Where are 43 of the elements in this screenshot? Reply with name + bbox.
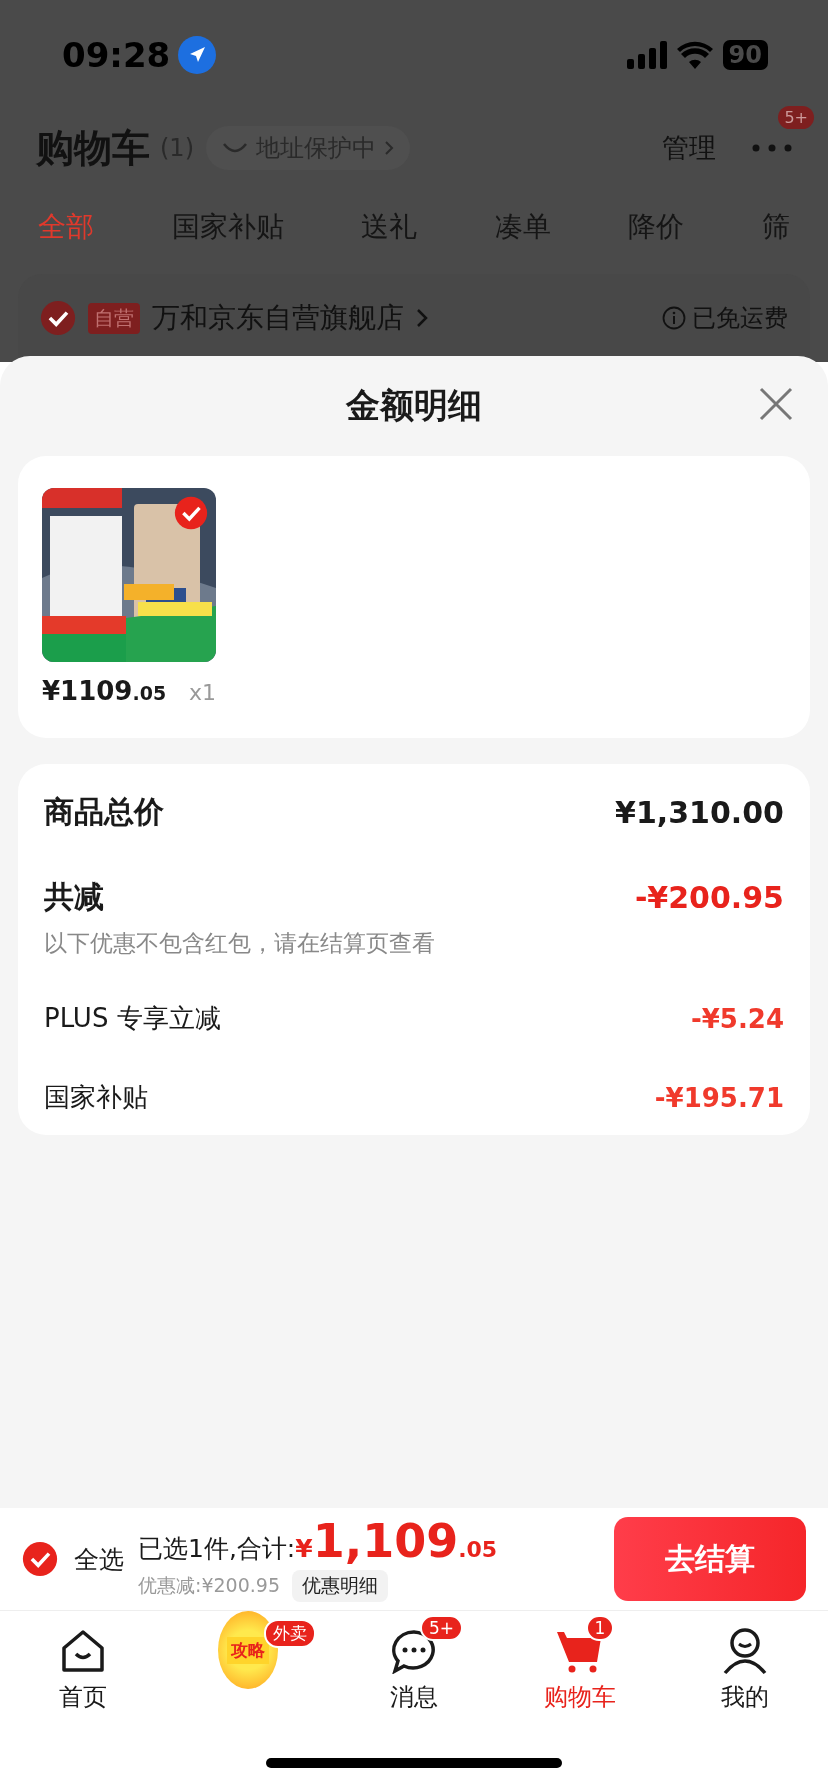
location-icon <box>178 36 217 74</box>
manage-link[interactable]: 管理 <box>662 130 716 166</box>
nav-tab[interactable]: 1 购物车 <box>496 1611 663 1730</box>
info-icon[interactable] <box>662 306 686 330</box>
wifi-icon <box>676 41 713 69</box>
summary-label: PLUS 专享立减 <box>44 1002 221 1035</box>
summary-value: -¥200.95 <box>634 880 784 915</box>
summary-value: -¥5.24 <box>690 1003 784 1034</box>
product-price: ¥1109.05 <box>42 676 167 706</box>
profile-icon <box>722 1627 769 1675</box>
home-icon <box>59 1628 106 1674</box>
summary-label: 共减 <box>44 878 104 916</box>
nav-badge: 1 <box>585 1615 615 1641</box>
summary-value: ¥1,310.00 <box>615 795 784 830</box>
chevron-icon <box>384 140 394 156</box>
more-icon[interactable] <box>752 144 792 152</box>
close-icon <box>758 386 794 422</box>
checked-checkbox-icon[interactable] <box>174 496 208 530</box>
checked-checkbox-icon[interactable] <box>40 300 76 336</box>
select-all-checkbox[interactable]: 全选 <box>22 1541 124 1577</box>
filter-tab[interactable]: 全部 <box>38 208 94 246</box>
nav-tab[interactable]: 5+ 消息 <box>331 1611 497 1730</box>
discount-details-button[interactable]: 优惠明细 <box>292 1570 388 1602</box>
nav-tab[interactable]: 首页 <box>0 1611 166 1730</box>
battery-indicator: 90 <box>722 40 768 70</box>
summary-label: 国家补贴 <box>44 1081 148 1114</box>
sheet-title: 金额明细 <box>346 384 482 427</box>
nav-badge: 5+ <box>420 1615 464 1641</box>
signal-icon <box>626 41 667 69</box>
nav-tab[interactable]: 我的 <box>662 1611 828 1730</box>
checkout-button[interactable]: 去结算 <box>614 1517 806 1601</box>
summary-value: -¥195.71 <box>654 1082 784 1113</box>
summary-note: 以下优惠不包含红包，请在结算页查看 <box>44 929 436 958</box>
summary-label: 商品总价 <box>44 793 164 831</box>
notification-badge: 5+ <box>778 106 814 129</box>
total-amount: 已选1件,合计:¥1,109.05 <box>138 1516 498 1566</box>
status-time: 09:28 <box>62 35 171 75</box>
product-quantity: x1 <box>188 680 216 705</box>
chevron-icon <box>416 308 428 328</box>
store-tag: 自营 <box>88 302 140 334</box>
smile-icon <box>222 142 248 154</box>
discount-amount: 优惠减:¥200.95 <box>138 1573 280 1598</box>
page-title: 购物车 <box>36 124 150 172</box>
